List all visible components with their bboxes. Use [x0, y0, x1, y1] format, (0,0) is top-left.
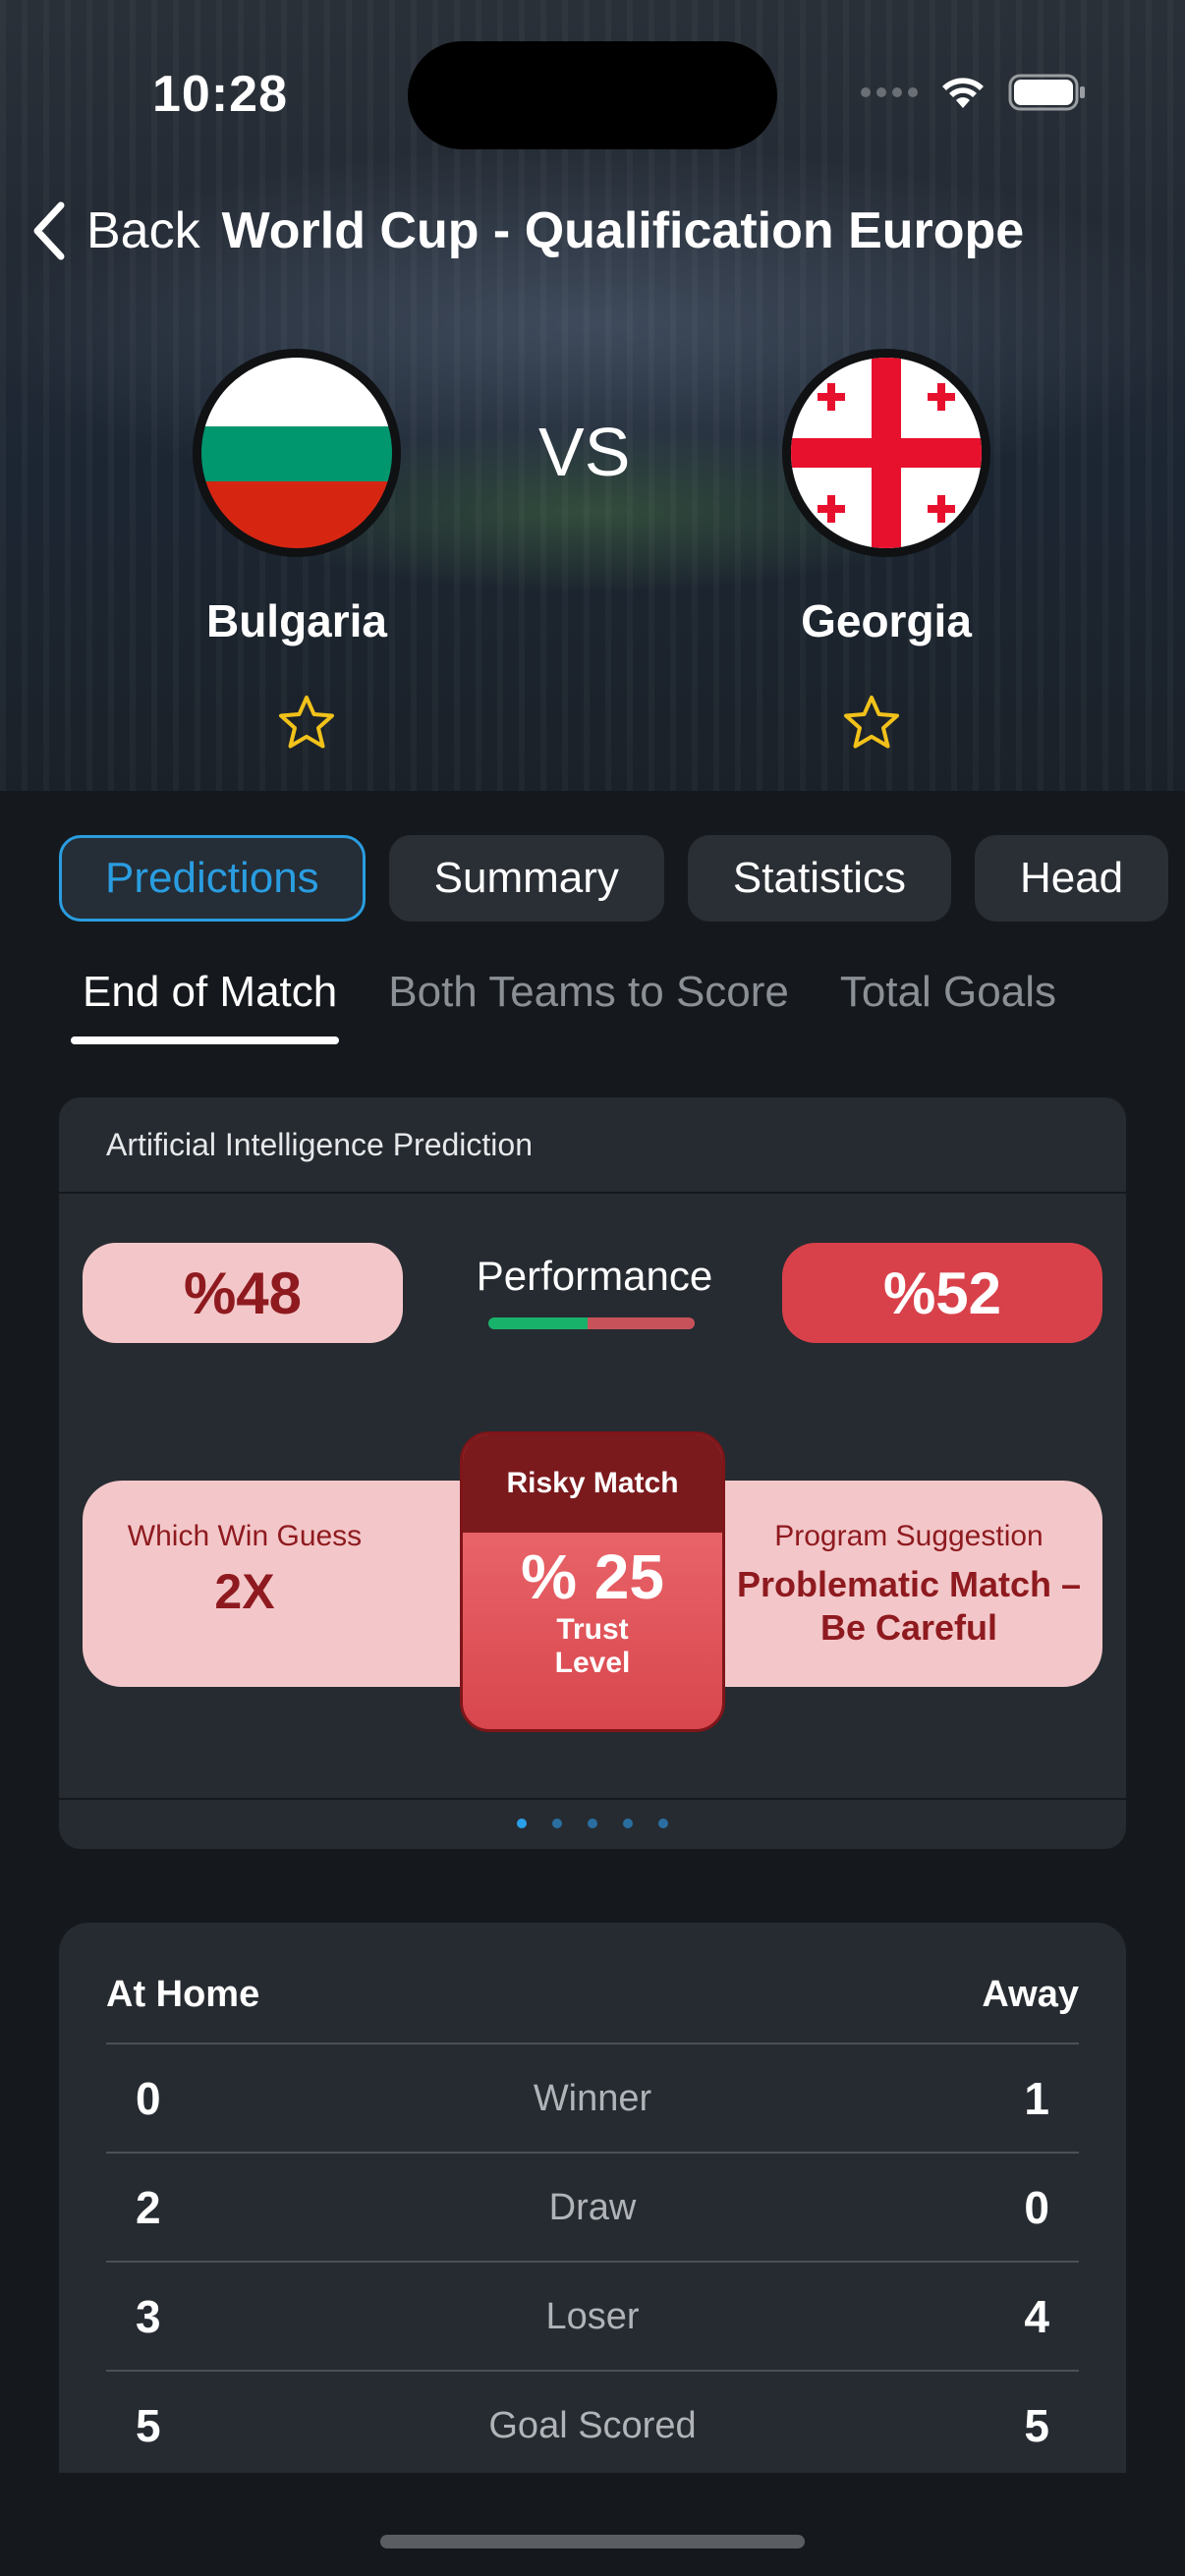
favorite-star-icon[interactable]: [276, 693, 337, 754]
away-team-badge: [782, 349, 990, 557]
tab-summary[interactable]: Summary: [388, 835, 664, 922]
battery-icon: [1008, 73, 1087, 112]
trust-level-value: % 25: [521, 1541, 664, 1612]
home-value: 0: [136, 2073, 161, 2124]
away-team-name: Georgia: [801, 595, 972, 646]
away-win-percent: %52: [782, 1243, 1102, 1343]
suggestion-label: Program Suggestion: [774, 1520, 1044, 1552]
row-label: Goal Scored: [488, 2404, 697, 2446]
home-away-stats-card: At Home Away 0 Winner 1 2 Draw 0 3 Loser…: [59, 1923, 1126, 2473]
georgia-flag-icon: [791, 358, 982, 548]
page-dot[interactable]: [588, 1819, 597, 1828]
home-value: 2: [136, 2182, 161, 2233]
page-dot[interactable]: [623, 1819, 633, 1828]
tab-head-to-head[interactable]: Head: [974, 835, 1169, 922]
table-row: 0 Winner 1: [106, 2043, 1079, 2153]
back-chevron-icon[interactable]: [29, 199, 69, 262]
wifi-icon: [939, 75, 987, 110]
status-time: 10:28: [152, 66, 288, 123]
tab-predictions[interactable]: Predictions: [59, 835, 366, 922]
navigation-bar: Back World Cup - Qualification Europe: [29, 192, 1024, 270]
prediction-subtabs: End of Match Both Teams to Score Total G…: [70, 968, 1056, 1044]
dynamic-island: [408, 41, 777, 149]
row-label: Winner: [533, 2077, 652, 2119]
row-label: Draw: [548, 2186, 637, 2228]
trust-level-label: Trust Level: [463, 1613, 722, 1680]
performance-bar: [488, 1317, 695, 1329]
page-indicator[interactable]: [59, 1819, 1126, 1828]
subtab-end-of-match[interactable]: End of Match: [70, 968, 340, 1044]
page-title: World Cup - Qualification Europe: [221, 202, 1025, 259]
away-column-header: Away: [982, 1974, 1079, 2015]
performance-label: Performance: [476, 1253, 713, 1299]
favorite-star-icon[interactable]: [841, 693, 902, 754]
away-value: 1: [1024, 2073, 1049, 2124]
home-value: 5: [136, 2400, 161, 2451]
home-team-badge: [193, 349, 401, 557]
risk-title: Risky Match: [463, 1434, 722, 1533]
row-label: Loser: [545, 2295, 640, 2337]
cellular-signal-icon: [861, 87, 918, 97]
home-win-percent: %48: [83, 1243, 403, 1343]
table-row: 2 Draw 0: [106, 2152, 1079, 2262]
ai-card-title: Artificial Intelligence Prediction: [59, 1097, 1126, 1194]
trust-level-text: Trust Level: [554, 1613, 631, 1679]
back-button[interactable]: Back: [86, 201, 200, 260]
home-team-name: Bulgaria: [205, 595, 388, 646]
which-win-value: 2X: [214, 1564, 275, 1619]
risk-card: Risky Match % 25 Trust Level: [460, 1431, 725, 1732]
subtab-total-goals[interactable]: Total Goals: [840, 968, 1056, 1017]
which-win-label: Which Win Guess: [127, 1520, 363, 1552]
table-row: 5 Goal Scored 5: [106, 2370, 1079, 2473]
tab-statistics[interactable]: Statistics: [687, 835, 951, 922]
page-dot[interactable]: [552, 1819, 562, 1828]
suggestion-value: Problematic Match – Be Careful: [736, 1564, 1082, 1648]
away-value: 0: [1024, 2182, 1049, 2233]
away-team[interactable]: Georgia: [782, 349, 990, 749]
performance-bar-away: [587, 1317, 695, 1329]
versus-label: VS: [538, 414, 631, 490]
table-row: 3 Loser 4: [106, 2261, 1079, 2371]
status-icons: [861, 73, 1087, 112]
screen: 10:28 Back World Cup - Qualification Eur…: [0, 0, 1185, 2576]
away-value: 4: [1024, 2291, 1049, 2342]
section-tabs: Predictions Summary Statistics Head: [59, 835, 1169, 922]
program-suggestion: Program Suggestion Problematic Match – B…: [727, 1520, 1091, 1650]
home-indicator[interactable]: [380, 2535, 805, 2548]
home-column-header: At Home: [106, 1974, 260, 2015]
which-win-guess: Which Win Guess 2X: [83, 1520, 407, 1620]
home-value: 3: [136, 2291, 161, 2342]
subtab-both-teams-to-score[interactable]: Both Teams to Score: [388, 968, 789, 1017]
away-value: 5: [1024, 2400, 1049, 2451]
home-team[interactable]: Bulgaria: [193, 349, 401, 749]
page-dot[interactable]: [517, 1819, 527, 1828]
divider: [59, 1798, 1126, 1800]
ai-prediction-card: Artificial Intelligence Prediction %48 P…: [59, 1097, 1126, 1849]
stats-header: At Home Away: [106, 1974, 1079, 2016]
bulgaria-flag-icon: [201, 358, 392, 548]
performance-bar-home: [488, 1317, 588, 1329]
page-dot[interactable]: [658, 1819, 668, 1828]
